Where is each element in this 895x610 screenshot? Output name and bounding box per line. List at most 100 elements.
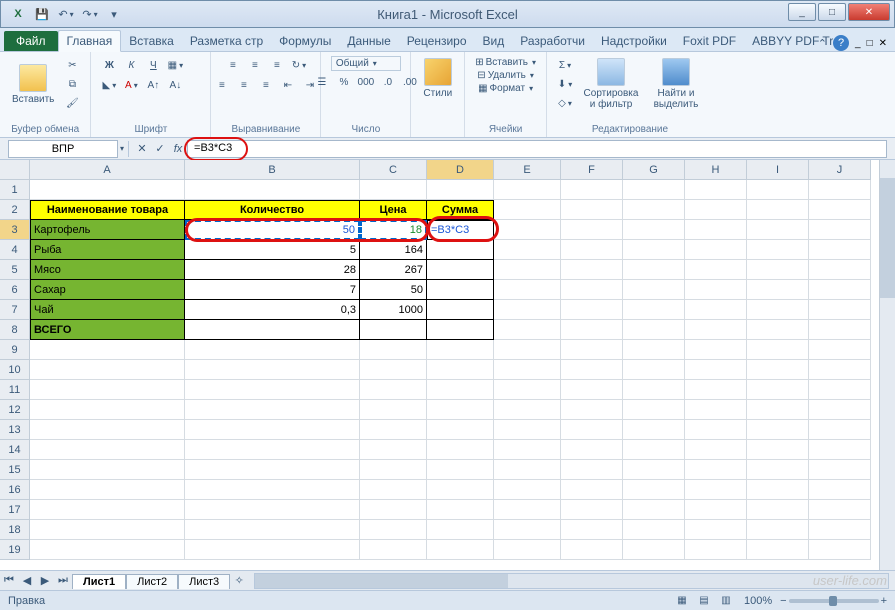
bold-button[interactable]: Ж [99, 56, 119, 74]
align-center-icon[interactable]: ≡ [234, 76, 254, 94]
cell-D7[interactable] [427, 300, 494, 320]
tab-formulas[interactable]: Формулы [271, 31, 339, 51]
percent-icon[interactable]: % [334, 73, 354, 91]
cell-D4[interactable] [427, 240, 494, 260]
cell-B7[interactable]: 0,3 [185, 300, 360, 320]
tab-home[interactable]: Главная [58, 30, 122, 52]
grid[interactable]: A B C D E F G H I J Наименование товара … [30, 160, 895, 570]
cell-A3[interactable]: Картофель [30, 220, 185, 240]
tab-developer[interactable]: Разработчи [512, 31, 593, 51]
inc-decimal-icon[interactable]: .0 [378, 73, 398, 91]
cell-A8[interactable]: ВСЕГО [30, 320, 185, 340]
doc-close-icon[interactable]: ✕ [879, 38, 887, 49]
redo-icon[interactable]: ↷ [79, 4, 101, 24]
paste-button[interactable]: Вставить [8, 62, 58, 107]
cell-C2[interactable]: Цена [360, 200, 427, 220]
col-header[interactable]: B [185, 160, 360, 180]
zoom-in-button[interactable]: + [881, 595, 887, 607]
row-header[interactable]: 17 [0, 500, 30, 520]
align-left-icon[interactable]: ≡ [212, 76, 232, 94]
row-header[interactable]: 10 [0, 360, 30, 380]
cell-A7[interactable]: Чай [30, 300, 185, 320]
help-icon[interactable]: ? [833, 35, 849, 51]
align-bot-icon[interactable]: ≡ [267, 56, 287, 74]
clear-icon[interactable]: ◇ [555, 94, 575, 112]
tab-addins[interactable]: Надстройки [593, 31, 675, 51]
cell-B5[interactable]: 28 [185, 260, 360, 280]
format-cells-button[interactable]: ▦Формат [476, 82, 535, 95]
grow-font-icon[interactable]: A↑ [143, 76, 163, 94]
row-header[interactable]: 5 [0, 260, 30, 280]
sheet-nav-next-icon[interactable]: ▶ [36, 573, 54, 589]
cell-C5[interactable]: 267 [360, 260, 427, 280]
row-header[interactable]: 7 [0, 300, 30, 320]
cell-A2[interactable]: Наименование товара [30, 200, 185, 220]
underline-button[interactable]: Ч [143, 56, 163, 74]
row-header[interactable]: 11 [0, 380, 30, 400]
delete-cells-button[interactable]: ⊟Удалить [475, 69, 536, 82]
cell-B4[interactable]: 5 [185, 240, 360, 260]
col-header[interactable]: I [747, 160, 809, 180]
cell-B6[interactable]: 7 [185, 280, 360, 300]
font-color-icon[interactable]: A [121, 76, 141, 94]
view-pagebreak-icon[interactable]: ▥ [716, 592, 736, 610]
row-header[interactable]: 2 [0, 200, 30, 220]
cell-C3[interactable]: 18 [360, 220, 427, 240]
copy-icon[interactable]: ⧉ [62, 75, 82, 93]
cell-B3[interactable]: 50 [185, 220, 360, 240]
sheet-tab[interactable]: Лист2 [126, 574, 178, 589]
cell-D8[interactable] [427, 320, 494, 340]
tab-pagelayout[interactable]: Разметка стр [182, 31, 271, 51]
name-box[interactable] [8, 140, 118, 158]
view-pagelayout-icon[interactable]: ▤ [694, 592, 714, 610]
shrink-font-icon[interactable]: A↓ [165, 76, 185, 94]
row-header[interactable]: 19 [0, 540, 30, 560]
select-all-button[interactable] [0, 160, 30, 180]
sheet-nav-first-icon[interactable]: ⏮ [0, 573, 18, 589]
excel-icon[interactable]: X [7, 4, 29, 24]
row-header[interactable]: 1 [0, 180, 30, 200]
cell-C6[interactable]: 50 [360, 280, 427, 300]
view-normal-icon[interactable]: ▦ [672, 592, 692, 610]
minimize-button[interactable]: _ [788, 3, 816, 21]
fx-icon[interactable]: fx [169, 140, 187, 158]
horizontal-scrollbar[interactable] [254, 573, 889, 589]
cell-D3-active[interactable]: =B3*C3 [427, 220, 494, 240]
sort-filter-button[interactable]: Сортировка и фильтр [579, 56, 643, 112]
cell-D5[interactable] [427, 260, 494, 280]
row-header[interactable]: 4 [0, 240, 30, 260]
sheet-nav-prev-icon[interactable]: ◀ [18, 573, 36, 589]
qat-more-icon[interactable]: ▾ [103, 4, 125, 24]
enter-formula-icon[interactable]: ✓ [151, 140, 169, 158]
formula-input[interactable]: =B3*C3 [187, 140, 887, 158]
align-mid-icon[interactable]: ≡ [245, 56, 265, 74]
row-header[interactable]: 6 [0, 280, 30, 300]
format-painter-icon[interactable]: 🖌 [62, 94, 82, 112]
tab-data[interactable]: Данные [339, 31, 398, 51]
number-format-dropdown[interactable]: Общий [331, 56, 401, 71]
tab-foxit[interactable]: Foxit PDF [675, 31, 744, 51]
cell-A5[interactable]: Мясо [30, 260, 185, 280]
col-header[interactable]: F [561, 160, 623, 180]
cell-B2[interactable]: Количество [185, 200, 360, 220]
undo-icon[interactable]: ↶ [55, 4, 77, 24]
row-header[interactable]: 18 [0, 520, 30, 540]
cell-D6[interactable] [427, 280, 494, 300]
tab-insert[interactable]: Вставка [121, 31, 182, 51]
col-header[interactable]: A [30, 160, 185, 180]
cancel-formula-icon[interactable]: ✕ [133, 140, 151, 158]
indent-dec-icon[interactable]: ⇤ [278, 76, 298, 94]
col-header[interactable]: C [360, 160, 427, 180]
cell-A4[interactable]: Рыба [30, 240, 185, 260]
tab-review[interactable]: Рецензиро [399, 31, 475, 51]
doc-minimize-icon[interactable]: _ [855, 38, 861, 49]
sheet-nav-last-icon[interactable]: ⏭ [54, 573, 72, 589]
col-header[interactable]: E [494, 160, 561, 180]
orientation-icon[interactable]: ↻ [289, 56, 309, 74]
fill-color-icon[interactable]: ◣ [99, 76, 119, 94]
align-top-icon[interactable]: ≡ [223, 56, 243, 74]
italic-button[interactable]: К [121, 56, 141, 74]
zoom-out-button[interactable]: − [780, 595, 786, 607]
close-button[interactable]: ✕ [848, 3, 890, 21]
file-tab[interactable]: Файл [4, 31, 58, 51]
